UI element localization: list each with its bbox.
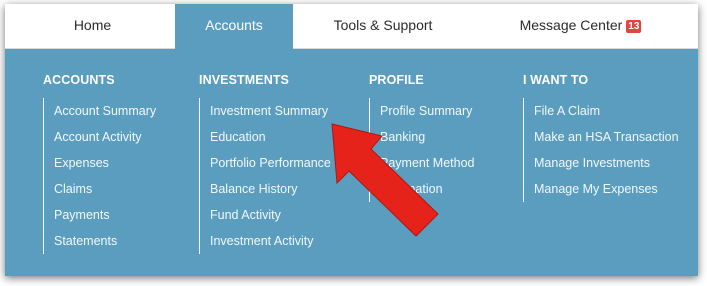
menu-link-claims[interactable]: Claims: [54, 176, 156, 202]
i-want-to-heading: I WANT TO: [523, 73, 589, 87]
tab-tools-support[interactable]: Tools & Support: [293, 4, 473, 48]
tab-message-center[interactable]: Message Center 13: [473, 4, 688, 48]
profile-list: Profile Summary Banking Payment Method I…: [369, 98, 475, 202]
menu-link-profile-summary[interactable]: Profile Summary: [380, 98, 475, 124]
tab-accounts[interactable]: Accounts: [175, 4, 293, 50]
tab-home[interactable]: Home: [15, 4, 170, 48]
accounts-heading: ACCOUNTS: [43, 73, 115, 87]
menu-link-manage-my-expenses[interactable]: Manage My Expenses: [534, 176, 679, 202]
profile-column: PROFILE Profile Summary Banking Payment …: [369, 71, 475, 202]
menu-link-information[interactable]: Information: [380, 176, 475, 202]
menu-link-payments[interactable]: Payments: [54, 202, 156, 228]
i-want-to-column: I WANT TO File A Claim Make an HSA Trans…: [523, 71, 679, 202]
tab-message-center-label: Message Center: [519, 17, 623, 33]
accounts-list: Account Summary Account Activity Expense…: [43, 98, 156, 254]
tab-home-label: Home: [73, 17, 112, 33]
investments-heading: INVESTMENTS: [199, 73, 289, 87]
menu-link-statements[interactable]: Statements: [54, 228, 156, 254]
menu-link-payment-method[interactable]: Payment Method: [380, 150, 475, 176]
menu-link-investment-activity[interactable]: Investment Activity: [210, 228, 331, 254]
menu-link-education[interactable]: Education: [210, 124, 331, 150]
tab-tools-support-label: Tools & Support: [333, 17, 433, 33]
menu-link-fund-activity[interactable]: Fund Activity: [210, 202, 331, 228]
menu-link-account-activity[interactable]: Account Activity: [54, 124, 156, 150]
investments-column: INVESTMENTS Investment Summary Education…: [199, 71, 331, 254]
menu-link-account-summary[interactable]: Account Summary: [54, 98, 156, 124]
menu-link-portfolio-performance[interactable]: Portfolio Performance: [210, 150, 331, 176]
accounts-column: ACCOUNTS Account Summary Account Activit…: [43, 71, 156, 254]
investments-list: Investment Summary Education Portfolio P…: [199, 98, 331, 254]
tab-accounts-label: Accounts: [205, 17, 263, 33]
menu-link-manage-investments[interactable]: Manage Investments: [534, 150, 679, 176]
menu-link-banking[interactable]: Banking: [380, 124, 475, 150]
menu-link-make-hsa-transaction[interactable]: Make an HSA Transaction: [534, 124, 679, 150]
menu-link-file-a-claim[interactable]: File A Claim: [534, 98, 679, 124]
menu-link-balance-history[interactable]: Balance History: [210, 176, 331, 202]
top-nav: Home Accounts Tools & Support Message Ce…: [5, 4, 698, 50]
i-want-to-list: File A Claim Make an HSA Transaction Man…: [523, 98, 679, 202]
profile-heading: PROFILE: [369, 73, 424, 87]
accounts-mega-menu: ACCOUNTS Account Summary Account Activit…: [5, 49, 698, 276]
menu-link-investment-summary[interactable]: Investment Summary: [210, 98, 331, 124]
screenshot-frame: Home Accounts Tools & Support Message Ce…: [5, 4, 698, 276]
message-count-badge: 13: [626, 20, 642, 33]
menu-link-expenses[interactable]: Expenses: [54, 150, 156, 176]
